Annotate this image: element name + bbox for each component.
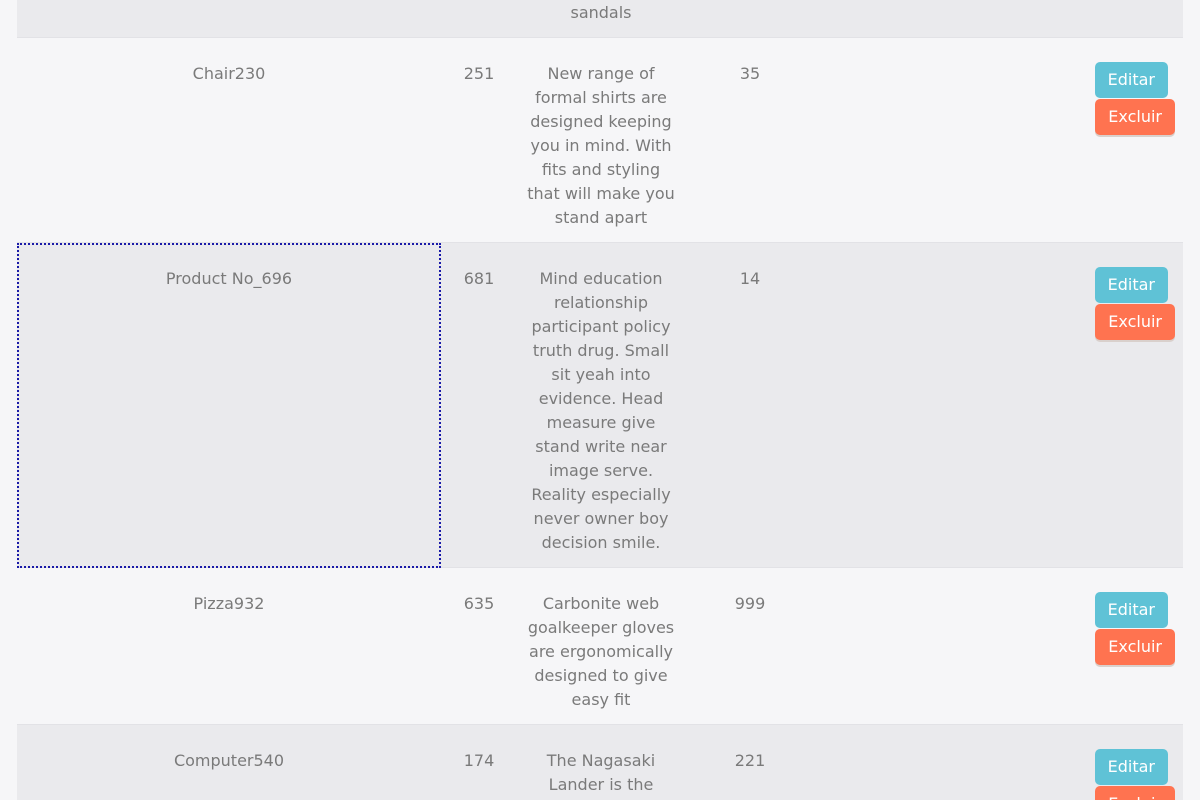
actions-cell: Editar Excluir <box>1094 37 1183 243</box>
delete-button[interactable]: Excluir <box>1095 99 1175 135</box>
actions-cell: Editar Excluir <box>1094 567 1183 725</box>
delete-button[interactable]: Excluir <box>1095 786 1175 800</box>
edit-button[interactable]: Editar <box>1094 62 1168 98</box>
product-quantity-cell <box>685 0 815 38</box>
edit-button[interactable]: Editar <box>1094 592 1168 628</box>
delete-button[interactable]: Excluir <box>1095 629 1175 665</box>
spacer-cell <box>815 567 1105 725</box>
product-name-cell <box>17 0 441 38</box>
products-table-viewport[interactable]: range of shoes & sandals Chair230 251 Ne… <box>0 0 1200 800</box>
product-name-cell-selected[interactable]: Product No_696 <box>17 242 441 568</box>
actions-cell: Editar Excluir <box>1094 724 1183 800</box>
product-description-cell: The Nagasaki Lander is the trademarked <box>517 724 685 800</box>
product-name-cell: Pizza932 <box>17 567 441 725</box>
product-description-cell: Carbonite web goalkeeper gloves are ergo… <box>517 567 685 725</box>
product-name-cell: Computer540 <box>17 724 441 800</box>
product-quantity-cell: 221 <box>685 724 815 800</box>
product-description-cell: Mind education relationship participant … <box>517 242 685 568</box>
table-row: Product No_696 681 Mind education relati… <box>17 242 1183 568</box>
table-row: Pizza932 635 Carbonite web goalkeeper gl… <box>17 567 1183 725</box>
product-quantity-cell: 35 <box>685 37 815 243</box>
actions-cell <box>1105 0 1183 38</box>
delete-button[interactable]: Excluir <box>1095 304 1175 340</box>
table-row: Chair230 251 New range of formal shirts … <box>17 37 1183 243</box>
spacer-cell <box>815 724 1105 800</box>
product-description-cell: New range of formal shirts are designed … <box>517 37 685 243</box>
product-id-cell: 174 <box>441 724 517 800</box>
spacer-cell <box>815 37 1105 243</box>
product-quantity-cell: 14 <box>685 242 815 568</box>
edit-button[interactable]: Editar <box>1094 749 1168 785</box>
product-id-cell: 635 <box>441 567 517 725</box>
table-row: range of shoes & sandals <box>17 0 1183 38</box>
product-quantity-cell: 999 <box>685 567 815 725</box>
edit-button[interactable]: Editar <box>1094 267 1168 303</box>
product-name-cell: Chair230 <box>17 37 441 243</box>
product-id-cell: 251 <box>441 37 517 243</box>
spacer-cell <box>815 0 1105 38</box>
product-id-cell <box>441 0 517 38</box>
actions-cell: Editar Excluir <box>1094 242 1183 568</box>
spacer-cell <box>815 242 1105 568</box>
product-id-cell: 681 <box>441 242 517 568</box>
table-row: Computer540 174 The Nagasaki Lander is t… <box>17 724 1183 800</box>
products-table: range of shoes & sandals Chair230 251 Ne… <box>17 0 1183 800</box>
product-description-cell: range of shoes & sandals <box>517 0 685 38</box>
